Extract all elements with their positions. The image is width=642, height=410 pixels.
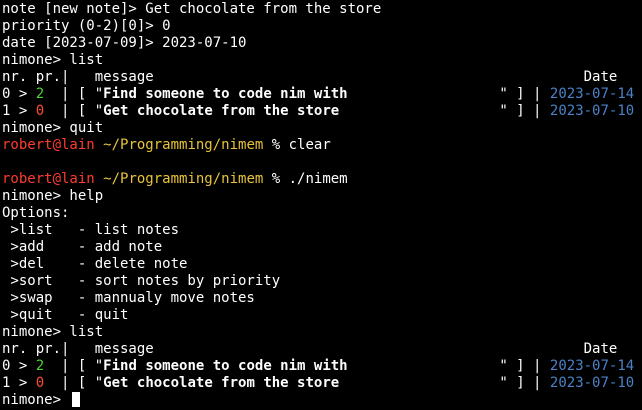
terminal-line: nimone> help [2, 188, 642, 205]
terminal-line: >sort - sort notes by priority [2, 273, 642, 290]
terminal-text: >quit - quit [2, 307, 129, 323]
terminal-line: date [2023-07-09]> 2023-07-10 [2, 35, 642, 52]
terminal-line: >add - add note [2, 239, 642, 256]
terminal-text: note [new note]> Get chocolate from the … [2, 1, 382, 17]
terminal-line: note [new note]> Get chocolate from the … [2, 1, 642, 18]
terminal-text: nr. pr.| message Date [2, 69, 618, 85]
terminal-text: 0 > [2, 358, 36, 374]
terminal-text: % clear [263, 137, 331, 153]
terminal-line: nimone> quit [2, 120, 642, 137]
terminal-line: Options: [2, 205, 642, 222]
terminal-cursor[interactable] [72, 392, 81, 407]
terminal-text: date [2023-07-09]> 2023-07-10 [2, 35, 247, 51]
terminal-text: >del - delete note [2, 256, 188, 272]
terminal-text-bold: Get chocolate from the store [103, 375, 340, 391]
terminal-text: | [ " [44, 375, 104, 391]
terminal-text: " ] | [339, 375, 550, 391]
terminal-text: 1 > [2, 103, 36, 119]
terminal-window[interactable]: note [new note]> Get chocolate from the … [0, 0, 642, 410]
terminal-line: robert@lain ~/Programming/nimem % ./nime… [2, 171, 642, 188]
terminal-text-date: 2023-07-10 [549, 375, 635, 391]
terminal-line: nr. pr.| message Date [2, 69, 642, 86]
terminal-line: nimone> list [2, 52, 642, 69]
terminal-text: " ] | [339, 103, 550, 119]
terminal-text: nimone> quit [2, 120, 104, 136]
terminal-text-green: 2 [35, 358, 45, 374]
terminal-text-date: 2023-07-10 [549, 103, 635, 119]
terminal-line: 0 > 2 | [ "Find someone to code nim with… [2, 358, 642, 375]
terminal-line: nimone> list [2, 324, 642, 341]
terminal-text-path: ~/Programming/nimem [103, 171, 264, 187]
terminal-line: 0 > 2 | [ "Find someone to code nim with… [2, 86, 642, 103]
terminal-line: >del - delete note [2, 256, 642, 273]
terminal-text: nimone> [2, 392, 70, 408]
terminal-text-date: 2023-07-14 [549, 358, 635, 374]
terminal-line: >list - list notes [2, 222, 642, 239]
terminal-text-path: ~/Programming/nimem [103, 137, 264, 153]
terminal-text: >sort - sort notes by priority [2, 273, 281, 289]
terminal-text-bold: Get chocolate from the store [103, 103, 340, 119]
terminal-text-red: 0 [35, 103, 45, 119]
terminal-line: 1 > 0 | [ "Get chocolate from the store … [2, 103, 642, 120]
terminal-line: robert@lain ~/Programming/nimem % clear [2, 137, 642, 154]
terminal-text-user: robert@lain [2, 137, 95, 153]
terminal-text: nr. pr.| message Date [2, 341, 618, 357]
terminal-text: Options: [2, 205, 70, 221]
terminal-text-user: robert@lain [2, 171, 95, 187]
terminal-line: 1 > 0 | [ "Get chocolate from the store … [2, 375, 642, 392]
terminal-text: 1 > [2, 375, 36, 391]
terminal-text: 0 > [2, 86, 36, 102]
terminal-text: >add - add note [2, 239, 163, 255]
terminal-text-bold: Find someone to code nim with [103, 358, 348, 374]
terminal-text: % ./nimem [263, 171, 348, 187]
terminal-line: nr. pr.| message Date [2, 341, 642, 358]
terminal-text-bold: Find someone to code nim with [103, 86, 348, 102]
terminal-text: " ] | [347, 86, 550, 102]
terminal-text: | [ " [44, 358, 104, 374]
terminal-text: nimone> help [2, 188, 104, 204]
terminal-text: | [ " [44, 103, 104, 119]
terminal-text: >swap - mannualy move notes [2, 290, 255, 306]
terminal-text: | [ " [44, 86, 104, 102]
terminal-text-green: 2 [35, 86, 45, 102]
terminal-text: nimone> list [2, 52, 104, 68]
terminal-line: >swap - mannualy move notes [2, 290, 642, 307]
terminal-text: >list - list notes [2, 222, 180, 238]
terminal-text: priority (0-2)[0]> 0 [2, 18, 171, 34]
terminal-text: " ] | [347, 358, 550, 374]
terminal-text-date: 2023-07-14 [549, 86, 635, 102]
terminal-line: priority (0-2)[0]> 0 [2, 18, 642, 35]
terminal-text-red: 0 [35, 375, 45, 391]
terminal-line: nimone> [2, 392, 642, 409]
terminal-line: >quit - quit [2, 307, 642, 324]
terminal-text: nimone> list [2, 324, 104, 340]
